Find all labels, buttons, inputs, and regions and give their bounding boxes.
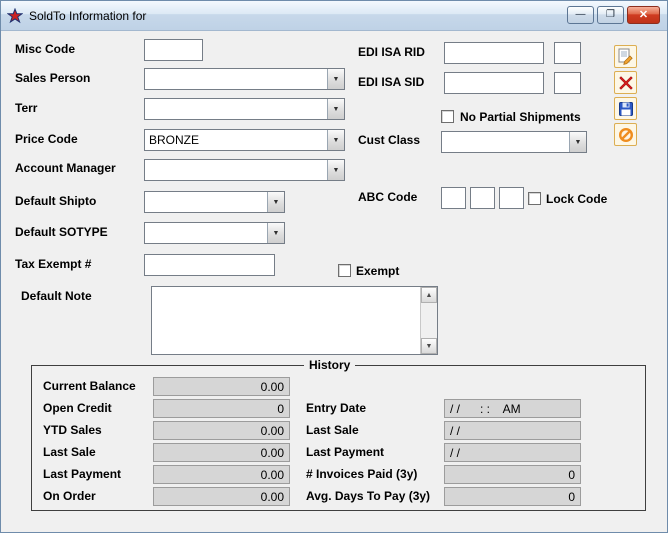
soldto-information-window: SoldTo Information for — ❐ ✕ Misc Code S…	[0, 0, 668, 533]
titlebar[interactable]: SoldTo Information for — ❐ ✕	[1, 1, 667, 31]
delete-x-icon	[618, 75, 634, 91]
price-code-label: Price Code	[15, 132, 78, 146]
scroll-up-icon[interactable]: ▲	[421, 287, 437, 303]
default-sotype-label: Default SOTYPE	[15, 225, 108, 239]
misc-code-input[interactable]	[144, 39, 203, 61]
last-sale-date-value: / /	[444, 421, 581, 440]
invoices-paid-value: 0	[444, 465, 581, 484]
window-title: SoldTo Information for	[29, 9, 146, 23]
account-manager-label: Account Manager	[15, 161, 116, 175]
entry-date-label: Entry Date	[306, 401, 366, 415]
current-balance-label: Current Balance	[43, 379, 136, 393]
minimize-button[interactable]: —	[567, 6, 594, 24]
edi-isa-rid-label: EDI ISA RID	[358, 45, 425, 59]
edi-isa-sid-label: EDI ISA SID	[358, 75, 424, 89]
chevron-down-icon[interactable]: ▼	[267, 223, 284, 243]
sales-person-label: Sales Person	[15, 71, 90, 85]
default-sotype-value	[145, 223, 267, 243]
sales-person-value	[145, 69, 327, 89]
current-balance-value: 0.00	[153, 377, 290, 396]
maximize-icon: ❐	[606, 10, 615, 20]
account-manager-value	[145, 160, 327, 180]
chevron-down-icon[interactable]: ▼	[327, 69, 344, 89]
price-code-value: BRONZE	[145, 130, 327, 150]
abc-code-input-3[interactable]	[499, 187, 524, 209]
misc-code-label: Misc Code	[15, 42, 75, 56]
entry-date-value: / / : : AM	[444, 399, 581, 418]
app-icon	[7, 8, 23, 24]
terr-combo[interactable]: ▼	[144, 98, 345, 120]
lock-code-label: Lock Code	[546, 192, 607, 206]
chevron-down-icon[interactable]: ▼	[569, 132, 586, 152]
close-button[interactable]: ✕	[627, 6, 660, 24]
no-partial-shipments-label: No Partial Shipments	[460, 110, 581, 124]
lock-code-checkbox[interactable]	[528, 192, 541, 205]
default-sotype-combo[interactable]: ▼	[144, 222, 285, 244]
tax-exempt-label: Tax Exempt #	[15, 257, 91, 271]
invoices-paid-label: # Invoices Paid (3y)	[306, 467, 417, 481]
default-shipto-value	[145, 192, 267, 212]
cust-class-label: Cust Class	[358, 133, 420, 147]
default-note-label: Default Note	[21, 289, 92, 303]
ytd-sales-value: 0.00	[153, 421, 290, 440]
abc-code-input-2[interactable]	[470, 187, 495, 209]
default-shipto-label: Default Shipto	[15, 194, 96, 208]
last-sale-amount-value: 0.00	[153, 443, 290, 462]
open-credit-value: 0	[153, 399, 290, 418]
last-payment-amount-value: 0.00	[153, 465, 290, 484]
edi-isa-sid-input[interactable]	[444, 72, 544, 94]
window-controls: — ❐ ✕	[567, 6, 660, 24]
default-note-field: ▲ ▼	[151, 286, 438, 355]
abc-code-input-1[interactable]	[441, 187, 466, 209]
chevron-down-icon[interactable]: ▼	[327, 99, 344, 119]
terr-label: Terr	[15, 101, 37, 115]
avg-days-to-pay-label: Avg. Days To Pay (3y)	[306, 489, 430, 503]
edit-button[interactable]	[614, 45, 637, 68]
sales-person-combo[interactable]: ▼	[144, 68, 345, 90]
default-note-textarea[interactable]	[152, 287, 420, 354]
edi-isa-sid-qualifier-input[interactable]	[554, 72, 581, 94]
on-order-label: On Order	[43, 489, 96, 503]
last-sale-date-label: Last Sale	[306, 423, 359, 437]
history-title: History	[304, 358, 355, 372]
last-sale-amount-label: Last Sale	[43, 445, 96, 459]
cancel-icon	[618, 127, 634, 143]
account-manager-combo[interactable]: ▼	[144, 159, 345, 181]
tax-exempt-input[interactable]	[144, 254, 275, 276]
close-icon: ✕	[639, 10, 648, 20]
cancel-button[interactable]	[614, 123, 637, 146]
terr-value	[145, 99, 327, 119]
exempt-label: Exempt	[356, 264, 399, 278]
chevron-down-icon[interactable]: ▼	[327, 130, 344, 150]
avg-days-to-pay-value: 0	[444, 487, 581, 506]
price-code-combo[interactable]: BRONZE ▼	[144, 129, 345, 151]
no-partial-shipments-checkbox[interactable]	[441, 110, 454, 123]
last-payment-date-value: / /	[444, 443, 581, 462]
abc-code-label: ABC Code	[358, 190, 417, 204]
ytd-sales-label: YTD Sales	[43, 423, 102, 437]
open-credit-label: Open Credit	[43, 401, 112, 415]
edi-isa-rid-input[interactable]	[444, 42, 544, 64]
cust-class-combo[interactable]: ▼	[441, 131, 587, 153]
on-order-value: 0.00	[153, 487, 290, 506]
last-payment-date-label: Last Payment	[306, 445, 384, 459]
save-disk-icon	[618, 101, 634, 117]
delete-button[interactable]	[614, 71, 637, 94]
last-payment-amount-label: Last Payment	[43, 467, 121, 481]
cust-class-value	[442, 132, 569, 152]
default-shipto-combo[interactable]: ▼	[144, 191, 285, 213]
note-scrollbar[interactable]: ▲ ▼	[420, 287, 437, 354]
maximize-button[interactable]: ❐	[597, 6, 624, 24]
edit-icon	[617, 48, 634, 65]
scroll-down-icon[interactable]: ▼	[421, 338, 437, 354]
chevron-down-icon[interactable]: ▼	[267, 192, 284, 212]
minimize-icon: —	[576, 10, 586, 20]
exempt-checkbox[interactable]	[338, 264, 351, 277]
save-button[interactable]	[614, 97, 637, 120]
chevron-down-icon[interactable]: ▼	[327, 160, 344, 180]
edi-isa-rid-qualifier-input[interactable]	[554, 42, 581, 64]
